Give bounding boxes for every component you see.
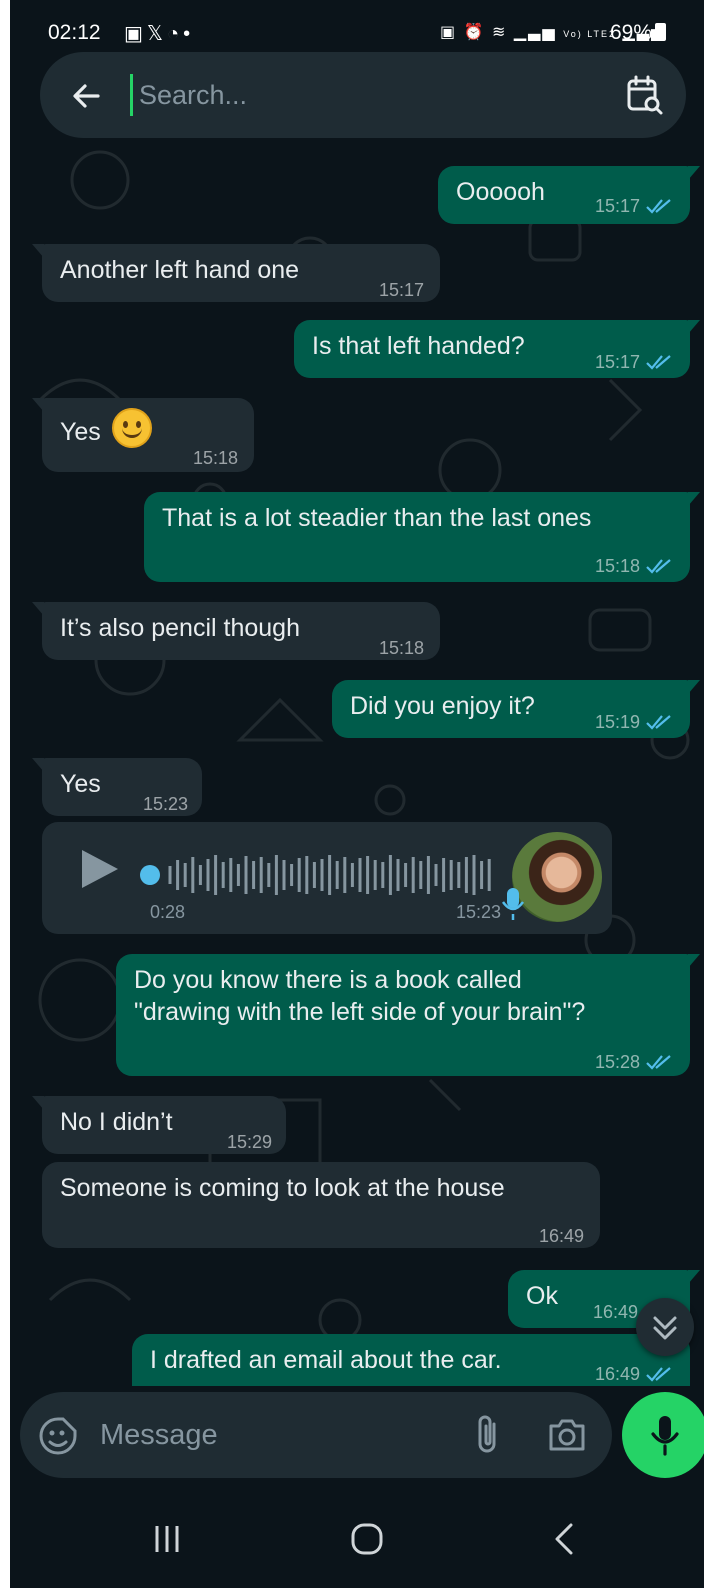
message-time: 16:49 (592, 1302, 638, 1322)
message-text-line: "drawing with the left side of your brai… (134, 998, 586, 1026)
play-icon[interactable] (80, 848, 120, 890)
chat-screen: 02:12 ▣𝕏◔• ▣ ⏰ ≋ ▁▃▅ Vo) LTE2 ▁▃▅ 69% Se… (10, 0, 704, 1588)
alarm-icon: ⏰ (463, 24, 486, 41)
message-bubble-incoming[interactable]: Yes 15:23 (32, 758, 202, 816)
message-text: It’s also pencil though (60, 614, 300, 642)
battery-percent: 69% (610, 21, 653, 44)
message-input[interactable] (100, 1414, 430, 1456)
voice-waveform[interactable] (138, 852, 508, 898)
message-time: 15:18 (192, 448, 238, 468)
message-bubble-outgoing[interactable]: I drafted an email about the car. 16:49 (132, 1334, 690, 1386)
message-bubble-incoming[interactable]: No I didn’t 15:29 (32, 1096, 286, 1154)
mic-badge-icon (501, 888, 525, 920)
message-time: 15:23 (142, 794, 188, 814)
read-ticks-icon (646, 559, 671, 574)
dot-icon: • (183, 23, 195, 45)
wifi-icon: ≋ (491, 24, 508, 41)
waveform-scrubber (140, 865, 160, 885)
attachment-icon[interactable] (468, 1412, 508, 1458)
message-text: Yes (60, 418, 101, 446)
read-ticks-icon (646, 1055, 671, 1070)
message-bubble-outgoing[interactable]: Is that left handed? 15:17 (294, 320, 700, 378)
message-text: No I didn’t (60, 1108, 173, 1136)
status-bar: 02:12 ▣𝕏◔• ▣ ⏰ ≋ ▁▃▅ Vo) LTE2 ▁▃▅ 69% (10, 0, 704, 60)
message-time: 15:29 (226, 1132, 272, 1152)
message-bubble-outgoing[interactable]: Do you know there is a book called "draw… (116, 954, 700, 1078)
voice-duration: 0:28 (150, 902, 186, 922)
message-time: 15:17 (378, 280, 424, 300)
message-time: 15:28 (595, 1046, 672, 1078)
message-bubble-incoming[interactable]: Yes 15:18 (32, 398, 254, 472)
message-text: Yes (60, 770, 101, 798)
sticker-icon[interactable] (38, 1416, 78, 1456)
camera-icon[interactable] (546, 1414, 588, 1456)
microphone-icon (651, 1416, 679, 1456)
message-text: Another left hand one (60, 256, 300, 284)
calendar-search-icon[interactable] (624, 74, 666, 116)
voice-record-button[interactable] (622, 1392, 704, 1478)
read-ticks-icon (646, 355, 671, 370)
message-bubble-incoming[interactable]: Another left hand one 15:17 (32, 244, 440, 302)
status-time: 02:12 (48, 21, 101, 44)
search-bar (40, 52, 686, 138)
battery-icon (655, 23, 667, 41)
message-time: 16:49 (538, 1226, 584, 1246)
voice-time: 15:23 (456, 902, 502, 922)
message-time: 15:17 (595, 346, 672, 378)
notification-icons: ▣𝕏◔• (124, 21, 194, 46)
message-text: Someone is coming to look at the house (60, 1174, 505, 1202)
battery-indicator: 69% (610, 21, 667, 45)
message-bubble-incoming[interactable]: Someone is coming to look at the house 1… (42, 1162, 600, 1248)
recent-apps-icon[interactable] (150, 1524, 184, 1554)
message-composer (20, 1392, 612, 1478)
read-ticks-icon (646, 199, 671, 214)
volte-label: Vo) LTE2 (563, 29, 617, 39)
message-bubble-outgoing[interactable]: Oooooh 15:17 (438, 166, 700, 224)
message-text: Is that left handed? (312, 332, 525, 360)
battery-saver-icon: ▣ (440, 24, 458, 41)
x-icon: 𝕏 (146, 23, 168, 45)
message-text: I drafted an email about the car. (150, 1346, 502, 1374)
message-bubble-outgoing[interactable]: Did you enjoy it? 15:19 (332, 680, 700, 738)
image-icon: ▣ (124, 23, 147, 45)
back-arrow-icon[interactable] (68, 78, 104, 114)
message-bubble-outgoing[interactable]: That is a lot steadier than the last one… (144, 492, 700, 582)
search-input[interactable] (130, 74, 600, 116)
system-back-icon[interactable] (552, 1522, 576, 1556)
system-navigation-bar (10, 1488, 704, 1588)
message-text: Oooooh (456, 178, 545, 206)
read-ticks-icon (646, 715, 671, 730)
stopwatch-icon: ◔ (167, 23, 184, 45)
message-bubble-incoming[interactable]: It’s also pencil though 15:18 (32, 602, 440, 660)
voice-message[interactable]: 0:28 15:23 (42, 822, 612, 934)
message-text-line: Do you know there is a book called (134, 966, 522, 994)
message-text: That is a lot steadier than the last one… (162, 504, 592, 532)
message-text: Did you enjoy it? (350, 692, 535, 720)
message-text: Ok (526, 1282, 558, 1310)
read-ticks-icon (646, 1367, 671, 1382)
message-time: 15:19 (595, 706, 672, 738)
home-icon[interactable] (350, 1522, 384, 1556)
message-time: 16:49 (595, 1358, 672, 1390)
message-time: 15:18 (595, 550, 672, 582)
scroll-to-bottom-button[interactable] (636, 1298, 694, 1356)
message-time: 15:17 (595, 190, 672, 222)
double-chevron-down-icon (653, 1316, 677, 1340)
message-time: 15:18 (378, 638, 424, 658)
signal-icon: ▁▃▅ (513, 24, 557, 41)
smile-emoji-icon (111, 408, 152, 448)
